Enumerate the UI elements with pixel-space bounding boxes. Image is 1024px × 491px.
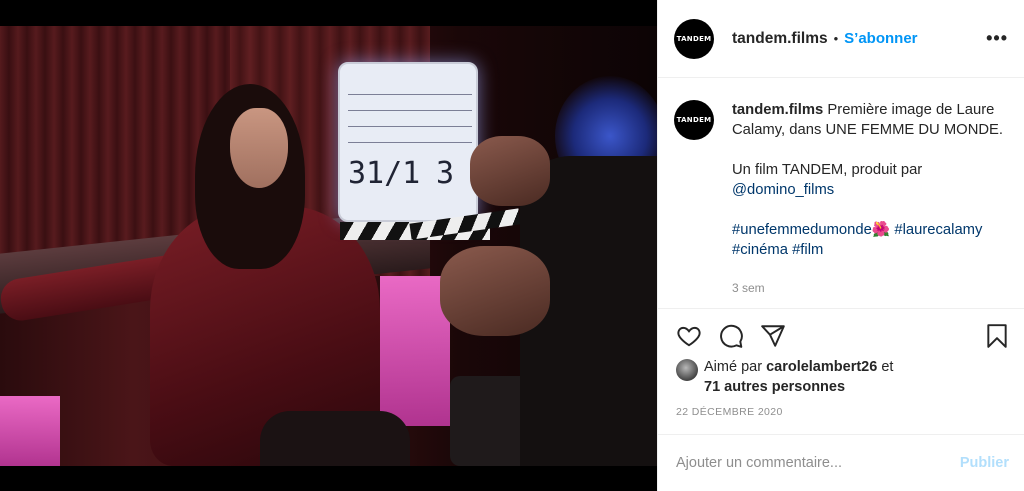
post-photo[interactable]: 31/1 3 [0, 26, 657, 466]
likes-conj: et [881, 359, 894, 375]
caption-username[interactable]: tandem.films [732, 102, 823, 118]
hashtag-link[interactable]: #film [792, 242, 823, 258]
avatar-logo-text: TANDEM [676, 116, 712, 124]
separator-dot: • [833, 31, 839, 46]
bookmark-icon[interactable] [985, 323, 1009, 354]
author-username[interactable]: tandem.films [732, 30, 828, 48]
hashtag-link[interactable]: #laurecalamy [894, 222, 982, 238]
avatar-logo-text: TANDEM [676, 34, 712, 43]
heart-icon[interactable] [676, 323, 702, 354]
caption-text: tandem.films Première image de Laure Cal… [732, 100, 1014, 298]
liker-avatar[interactable] [676, 359, 698, 381]
post-caption: TANDEM tandem.films Première image de La… [674, 100, 1014, 298]
clapperboard: 31/1 3 [338, 62, 478, 222]
publish-button[interactable]: Publier [960, 455, 1009, 471]
post-date[interactable]: 22 DÉCEMBRE 2020 [676, 406, 783, 418]
post-sidebar: TANDEM tandem.films • S’abonner ••• TAND… [657, 0, 1024, 491]
comment-bar: Publier [658, 434, 1024, 491]
follow-button[interactable]: S’abonner [844, 30, 917, 47]
comment-icon[interactable] [718, 323, 744, 354]
mention-link[interactable]: @domino_films [732, 182, 834, 198]
more-options-icon[interactable]: ••• [986, 28, 1008, 49]
paper-plane-icon[interactable] [760, 323, 786, 354]
likes-others-link[interactable]: 71 autres personnes [704, 379, 845, 395]
comment-input[interactable] [676, 455, 960, 471]
likes-prefix: Aimé par [704, 359, 763, 375]
clapper-take: 3 [436, 156, 455, 191]
clapper-roll: 31/1 [348, 156, 421, 191]
caption-author-avatar[interactable]: TANDEM [674, 100, 714, 140]
caption-timestamp[interactable]: 3 sem [732, 278, 1014, 298]
liker-username[interactable]: carolelambert26 [766, 359, 877, 375]
author-avatar[interactable]: TANDEM [674, 18, 714, 59]
post-media[interactable]: 31/1 3 [0, 0, 657, 491]
post-header: TANDEM tandem.films • S’abonner ••• [658, 0, 1024, 78]
instagram-post: 31/1 3 TANDEM tandem.films • S’abonner •… [0, 0, 1024, 491]
caption-line-2: Un film TANDEM, produit par [732, 162, 923, 178]
likes-summary: Aimé par carolelambert26 et 71 autres pe… [676, 357, 893, 397]
hashtag-link[interactable]: #unefemmedumonde🌺 [732, 222, 890, 238]
hashtag-link[interactable]: #cinéma [732, 242, 788, 258]
